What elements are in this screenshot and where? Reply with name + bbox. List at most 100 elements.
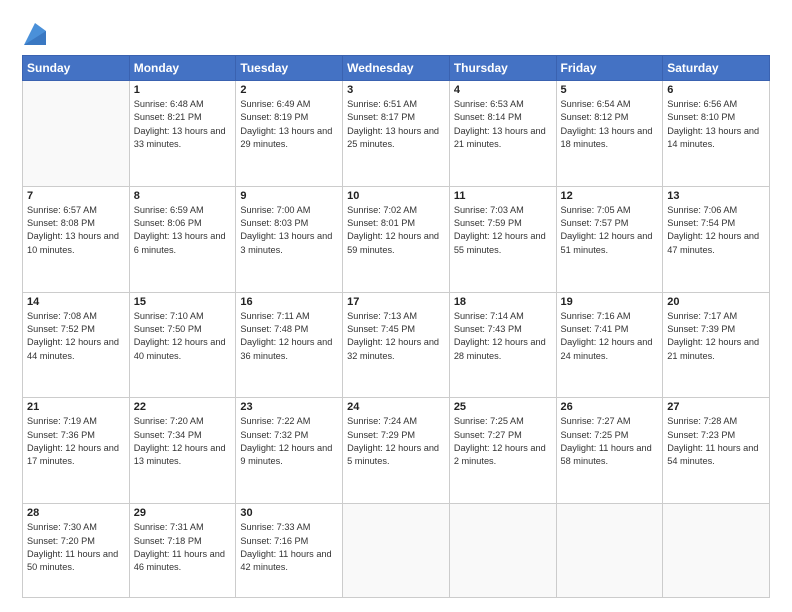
day-info: Sunrise: 7:31 AMSunset: 7:18 PMDaylight:… [134,521,232,574]
day-info: Sunrise: 7:17 AMSunset: 7:39 PMDaylight:… [667,310,765,363]
week-row: 7Sunrise: 6:57 AMSunset: 8:08 PMDaylight… [23,186,770,292]
day-info: Sunrise: 7:30 AMSunset: 7:20 PMDaylight:… [27,521,125,574]
calendar-cell: 4 Sunrise: 6:53 AMSunset: 8:14 PMDaylight… [449,81,556,187]
calendar-cell: 28 Sunrise: 7:30 AMSunset: 7:20 PMDayligh… [23,504,130,598]
day-number: 30 [240,507,338,519]
calendar-cell: 19Sunrise: 7:16 AMSunset: 7:41 PMDayligh… [556,292,663,398]
weekday-header: Wednesday [343,56,450,81]
weekday-header: Monday [129,56,236,81]
calendar-cell: 3 Sunrise: 6:51 AMSunset: 8:17 PMDaylight… [343,81,450,187]
day-number: 2 [240,84,338,96]
calendar-cell: 13 Sunrise: 7:06 AMSunset: 7:54 PMDayligh… [663,186,770,292]
week-row: 14 Sunrise: 7:08 AMSunset: 7:52 PMDayligh… [23,292,770,398]
day-info: Sunrise: 6:53 AMSunset: 8:14 PMDaylight:… [454,98,552,151]
day-info: Sunrise: 7:27 AMSunset: 7:25 PMDaylight:… [561,415,659,468]
calendar-cell: 12 Sunrise: 7:05 AMSunset: 7:57 PMDayligh… [556,186,663,292]
day-number: 15 [134,296,232,308]
day-info: Sunrise: 6:51 AMSunset: 8:17 PMDaylight:… [347,98,445,151]
calendar-cell [663,504,770,598]
day-number: 24 [347,401,445,413]
logo-icon [24,23,46,45]
calendar-cell: 9 Sunrise: 7:00 AMSunset: 8:03 PMDaylight… [236,186,343,292]
calendar-cell: 17 Sunrise: 7:13 AMSunset: 7:45 PMDayligh… [343,292,450,398]
calendar-cell: 26 Sunrise: 7:27 AMSunset: 7:25 PMDayligh… [556,398,663,504]
calendar-cell: 7Sunrise: 6:57 AMSunset: 8:08 PMDaylight… [23,186,130,292]
week-row: 21 Sunrise: 7:19 AMSunset: 7:36 PMDayligh… [23,398,770,504]
calendar-cell: 2Sunrise: 6:49 AMSunset: 8:19 PMDaylight… [236,81,343,187]
calendar-cell: 24Sunrise: 7:24 AMSunset: 7:29 PMDayligh… [343,398,450,504]
calendar-cell: 16Sunrise: 7:11 AMSunset: 7:48 PMDayligh… [236,292,343,398]
calendar-cell [343,504,450,598]
weekday-header: Tuesday [236,56,343,81]
day-info: Sunrise: 6:56 AMSunset: 8:10 PMDaylight:… [667,98,765,151]
day-info: Sunrise: 7:10 AMSunset: 7:50 PMDaylight:… [134,310,232,363]
day-number: 12 [561,190,659,202]
calendar-header-row: SundayMondayTuesdayWednesdayThursdayFrid… [23,56,770,81]
day-info: Sunrise: 7:19 AMSunset: 7:36 PMDaylight:… [27,415,125,468]
day-number: 28 [27,507,125,519]
day-info: Sunrise: 7:03 AMSunset: 7:59 PMDaylight:… [454,204,552,257]
day-number: 27 [667,401,765,413]
calendar-cell [449,504,556,598]
day-info: Sunrise: 7:08 AMSunset: 7:52 PMDaylight:… [27,310,125,363]
day-number: 26 [561,401,659,413]
calendar-cell: 1 Sunrise: 6:48 AMSunset: 8:21 PMDaylight… [129,81,236,187]
day-number: 11 [454,190,552,202]
calendar-cell: 14 Sunrise: 7:08 AMSunset: 7:52 PMDayligh… [23,292,130,398]
day-info: Sunrise: 7:25 AMSunset: 7:27 PMDaylight:… [454,415,552,468]
day-number: 21 [27,401,125,413]
week-row: 28 Sunrise: 7:30 AMSunset: 7:20 PMDayligh… [23,504,770,598]
day-info: Sunrise: 7:00 AMSunset: 8:03 PMDaylight:… [240,204,338,257]
calendar-cell [556,504,663,598]
logo [22,22,46,45]
day-number: 6 [667,84,765,96]
weekday-header: Friday [556,56,663,81]
weekday-header: Thursday [449,56,556,81]
day-number: 5 [561,84,659,96]
day-info: Sunrise: 7:33 AMSunset: 7:16 PMDaylight:… [240,521,338,574]
day-number: 29 [134,507,232,519]
day-info: Sunrise: 7:13 AMSunset: 7:45 PMDaylight:… [347,310,445,363]
day-info: Sunrise: 7:28 AMSunset: 7:23 PMDaylight:… [667,415,765,468]
day-number: 20 [667,296,765,308]
calendar-cell: 22 Sunrise: 7:20 AMSunset: 7:34 PMDayligh… [129,398,236,504]
calendar-cell: 29 Sunrise: 7:31 AMSunset: 7:18 PMDayligh… [129,504,236,598]
calendar-table: SundayMondayTuesdayWednesdayThursdayFrid… [22,55,770,598]
calendar-cell: 10 Sunrise: 7:02 AMSunset: 8:01 PMDayligh… [343,186,450,292]
day-number: 9 [240,190,338,202]
day-info: Sunrise: 7:06 AMSunset: 7:54 PMDaylight:… [667,204,765,257]
day-info: Sunrise: 7:14 AMSunset: 7:43 PMDaylight:… [454,310,552,363]
day-number: 1 [134,84,232,96]
weekday-header: Saturday [663,56,770,81]
day-info: Sunrise: 7:16 AMSunset: 7:41 PMDaylight:… [561,310,659,363]
header [22,18,770,45]
day-info: Sunrise: 7:02 AMSunset: 8:01 PMDaylight:… [347,204,445,257]
day-info: Sunrise: 6:48 AMSunset: 8:21 PMDaylight:… [134,98,232,151]
day-info: Sunrise: 7:22 AMSunset: 7:32 PMDaylight:… [240,415,338,468]
day-number: 22 [134,401,232,413]
day-number: 16 [240,296,338,308]
day-info: Sunrise: 6:54 AMSunset: 8:12 PMDaylight:… [561,98,659,151]
page: SundayMondayTuesdayWednesdayThursdayFrid… [0,0,792,612]
day-number: 13 [667,190,765,202]
calendar-cell: 15 Sunrise: 7:10 AMSunset: 7:50 PMDayligh… [129,292,236,398]
calendar-cell: 25Sunrise: 7:25 AMSunset: 7:27 PMDayligh… [449,398,556,504]
day-number: 17 [347,296,445,308]
calendar-cell: 20 Sunrise: 7:17 AMSunset: 7:39 PMDayligh… [663,292,770,398]
day-number: 4 [454,84,552,96]
calendar-cell: 23Sunrise: 7:22 AMSunset: 7:32 PMDayligh… [236,398,343,504]
day-number: 10 [347,190,445,202]
day-info: Sunrise: 7:05 AMSunset: 7:57 PMDaylight:… [561,204,659,257]
week-row: 1 Sunrise: 6:48 AMSunset: 8:21 PMDaylight… [23,81,770,187]
day-info: Sunrise: 6:59 AMSunset: 8:06 PMDaylight:… [134,204,232,257]
day-info: Sunrise: 7:20 AMSunset: 7:34 PMDaylight:… [134,415,232,468]
day-number: 14 [27,296,125,308]
day-info: Sunrise: 6:57 AMSunset: 8:08 PMDaylight:… [27,204,125,257]
calendar-cell: 8Sunrise: 6:59 AMSunset: 8:06 PMDaylight… [129,186,236,292]
calendar-cell: 21 Sunrise: 7:19 AMSunset: 7:36 PMDayligh… [23,398,130,504]
day-number: 18 [454,296,552,308]
day-number: 3 [347,84,445,96]
calendar-cell [23,81,130,187]
calendar-cell: 30 Sunrise: 7:33 AMSunset: 7:16 PMDayligh… [236,504,343,598]
calendar-cell: 6 Sunrise: 6:56 AMSunset: 8:10 PMDaylight… [663,81,770,187]
